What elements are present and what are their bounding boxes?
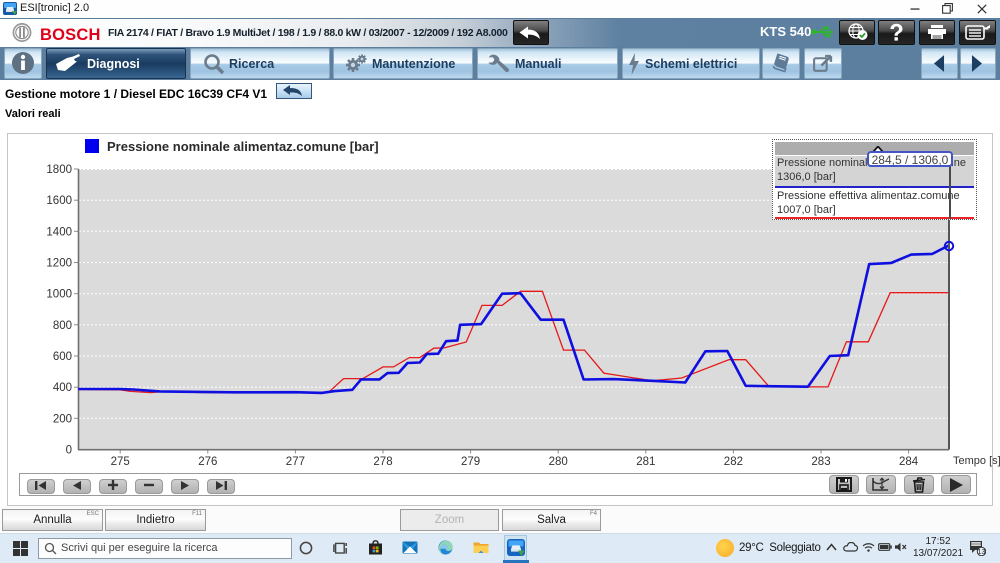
svg-text:281: 281 xyxy=(636,456,655,468)
svg-text:284: 284 xyxy=(899,456,919,468)
svg-text:278: 278 xyxy=(373,456,392,468)
svg-text:1800: 1800 xyxy=(46,164,72,176)
svg-text:1200: 1200 xyxy=(46,258,72,270)
svg-text:400: 400 xyxy=(53,382,72,394)
svg-text:275: 275 xyxy=(111,456,130,468)
svg-text:1600: 1600 xyxy=(46,195,72,207)
svg-text:280: 280 xyxy=(549,456,568,468)
svg-text:600: 600 xyxy=(53,351,72,363)
svg-text:1000: 1000 xyxy=(46,289,72,301)
svg-text:277: 277 xyxy=(286,456,305,468)
svg-text:Tempo [s]: Tempo [s] xyxy=(953,455,1000,467)
svg-text:13: 13 xyxy=(978,549,986,556)
svg-text:200: 200 xyxy=(53,413,72,425)
svg-text:1400: 1400 xyxy=(46,226,72,238)
svg-text:276: 276 xyxy=(198,456,217,468)
svg-text:279: 279 xyxy=(461,456,480,468)
svg-text:0: 0 xyxy=(66,445,72,457)
svg-text:800: 800 xyxy=(53,320,72,332)
svg-text:283: 283 xyxy=(811,456,830,468)
svg-text:282: 282 xyxy=(724,456,743,468)
